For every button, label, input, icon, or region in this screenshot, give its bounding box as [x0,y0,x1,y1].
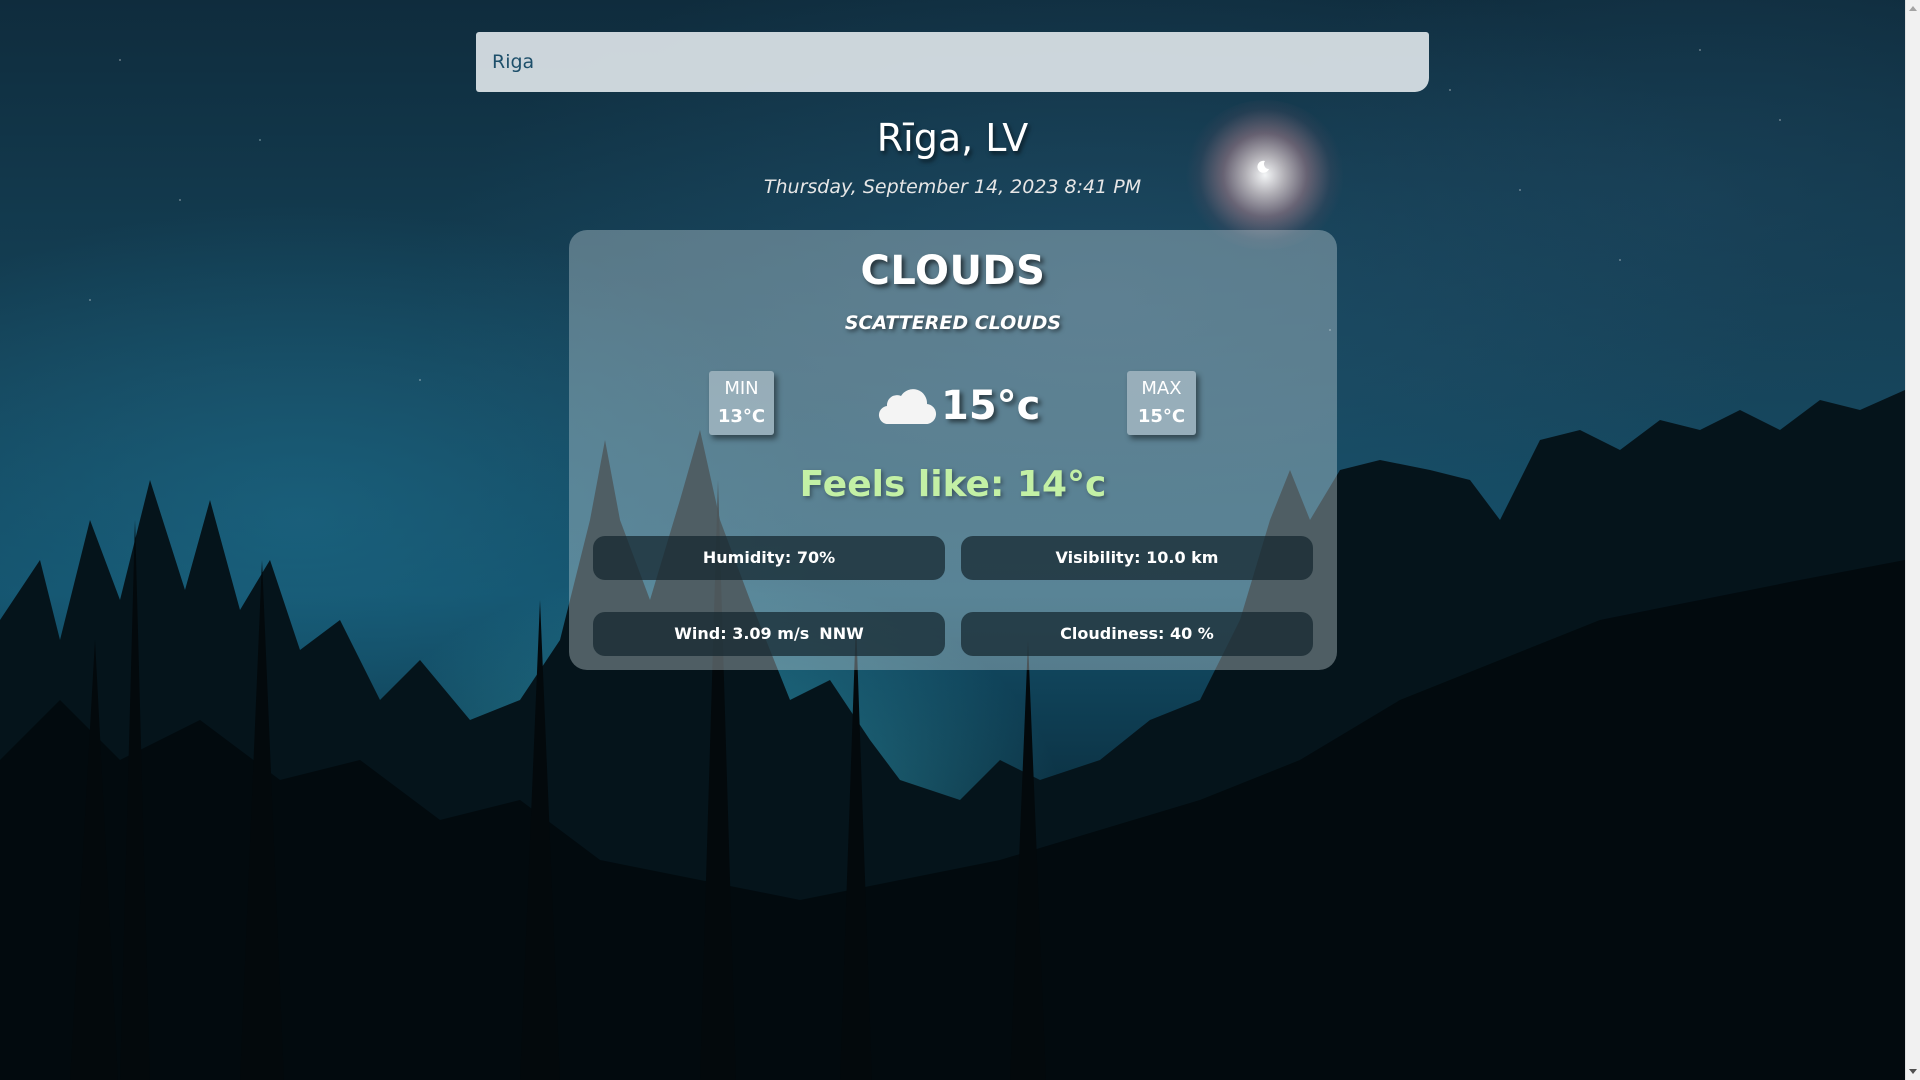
current-temperature: 15°c [941,383,1041,429]
humidity-stat: Humidity: 70% [593,536,945,580]
vertical-scrollbar[interactable] [1905,0,1920,1080]
wind-speed: Wind: 3.09 m/s [674,624,810,643]
weather-condition: CLOUDS [860,248,1046,294]
cloudiness-stat: Cloudiness: 40 % [961,612,1313,656]
cloud-icon [878,389,937,425]
current-temp-group: 15°c [877,376,1040,436]
date-time: Thursday, September 14, 2023 8:41 PM [763,176,1142,198]
city-title: Rīga, LV [876,116,1029,160]
weather-card: CLOUDS SCATTERED CLOUDS MIN 13°C 15°c MA… [569,230,1337,670]
scroll-up-arrow-icon[interactable] [1909,6,1917,11]
visibility-stat: Visibility: 10.0 km [961,536,1313,580]
scroll-down-arrow-icon[interactable] [1909,1069,1917,1074]
feels-like: Feels like: 14°c [799,464,1107,505]
min-value: 13°C [717,406,766,427]
weather-description: SCATTERED CLOUDS [844,312,1062,334]
moon-icon [1257,160,1269,173]
wind-direction: NNW [819,624,864,643]
city-search-input[interactable] [476,32,1429,92]
max-temp-box: MAX 15°C [1127,371,1196,435]
max-value: 15°C [1137,406,1186,427]
wind-stat: Wind: 3.09 m/s NNW [593,612,945,656]
max-label: MAX [1141,378,1182,399]
min-temp-box: MIN 13°C [709,371,774,435]
min-label: MIN [724,378,759,399]
